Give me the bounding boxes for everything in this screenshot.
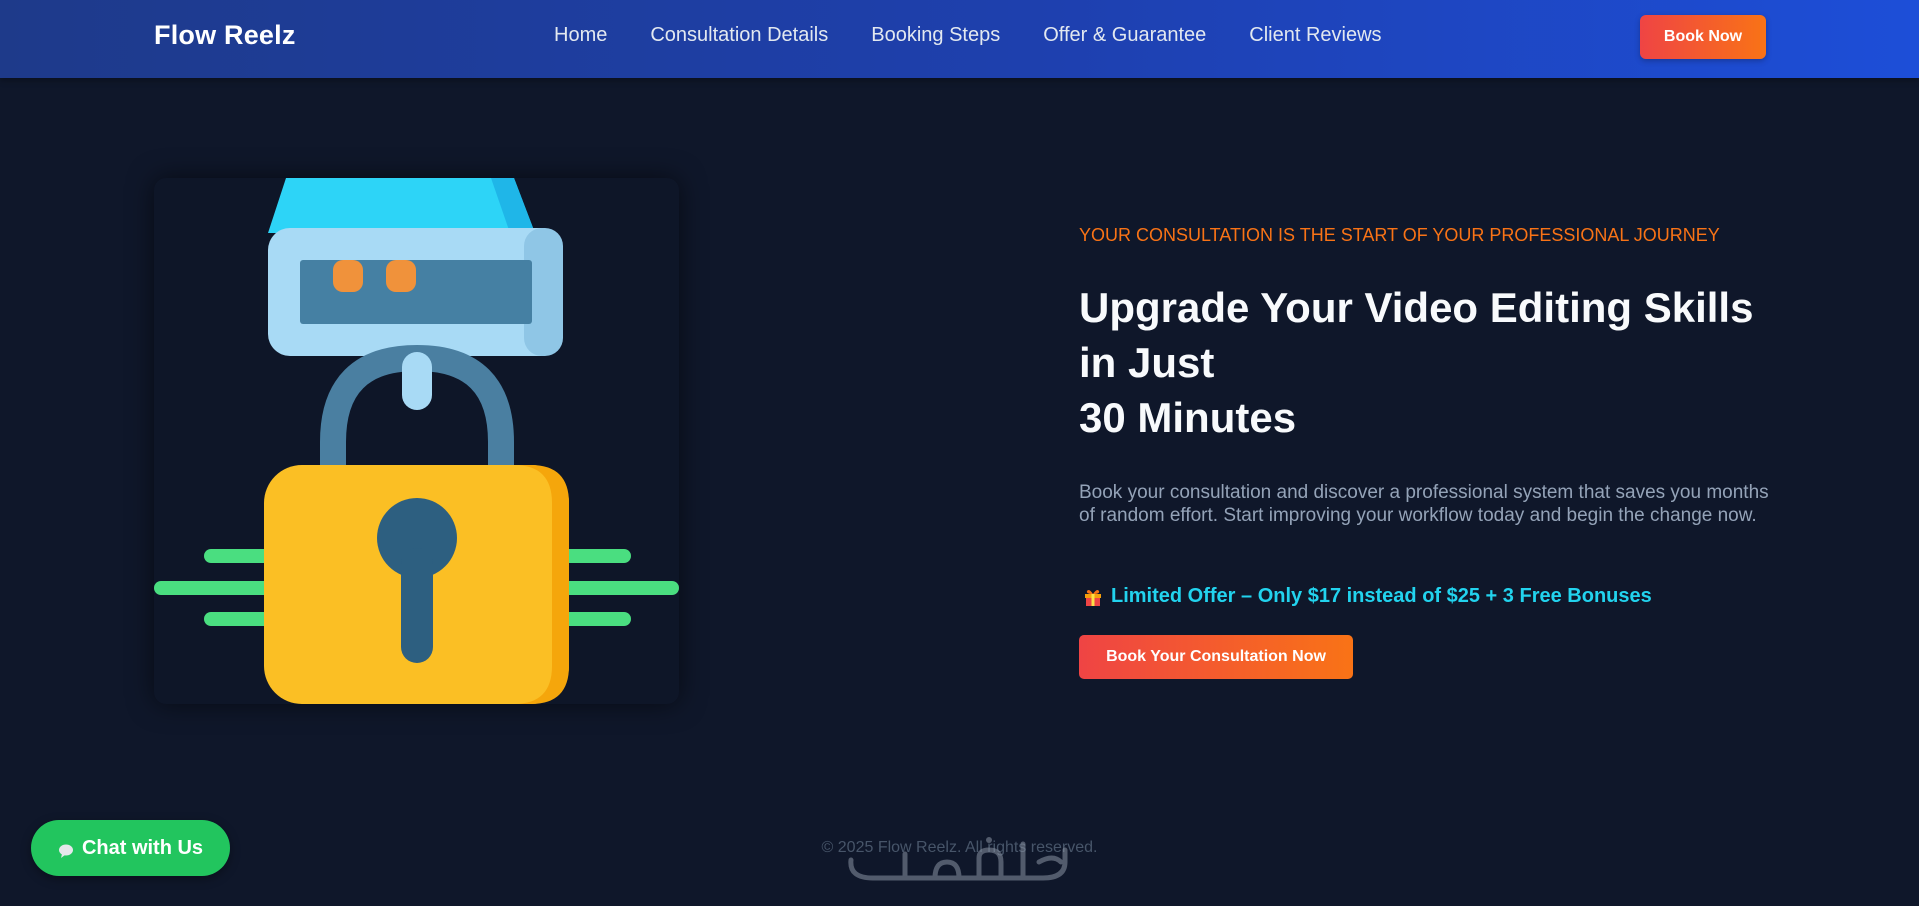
main-nav: Home Consultation Details Booking Steps … xyxy=(554,24,1382,47)
headline-line-3: 30 Minutes xyxy=(1079,394,1297,441)
khamsat-logo-watermark xyxy=(848,837,1068,881)
limited-offer-banner: Limited Offer – Only $17 instead of $25 … xyxy=(1079,585,1652,608)
landing-page: Flow Reelz Home Consultation Details Boo… xyxy=(0,0,1919,906)
hero-illustration xyxy=(154,178,679,704)
headline-line-1: Upgrade Your Video Editing Skills xyxy=(1079,284,1754,331)
book-now-button[interactable]: Book Now xyxy=(1640,15,1766,59)
gift-icon xyxy=(1083,587,1103,607)
hero-description: Book your consultation and discover a pr… xyxy=(1079,482,1769,526)
hero-headline: Upgrade Your Video Editing Skills in Jus… xyxy=(1079,280,1799,445)
book-consultation-button[interactable]: Book Your Consultation Now xyxy=(1079,635,1353,679)
top-navbar: Flow Reelz Home Consultation Details Boo… xyxy=(0,0,1919,78)
nav-link-consultation-details[interactable]: Consultation Details xyxy=(650,24,828,47)
nav-link-offer-guarantee[interactable]: Offer & Guarantee xyxy=(1043,24,1206,47)
brand-logo[interactable]: Flow Reelz xyxy=(154,20,296,51)
offer-text: Limited Offer – Only $17 instead of $25 … xyxy=(1111,585,1652,607)
nav-link-client-reviews[interactable]: Client Reviews xyxy=(1249,24,1381,47)
nav-link-home[interactable]: Home xyxy=(554,24,607,47)
padlock-drive-icon xyxy=(154,178,679,704)
nav-link-booking-steps[interactable]: Booking Steps xyxy=(871,24,1000,47)
hero-eyebrow: YOUR CONSULTATION IS THE START OF YOUR P… xyxy=(1079,225,1720,245)
headline-line-2: in Just xyxy=(1079,339,1215,386)
